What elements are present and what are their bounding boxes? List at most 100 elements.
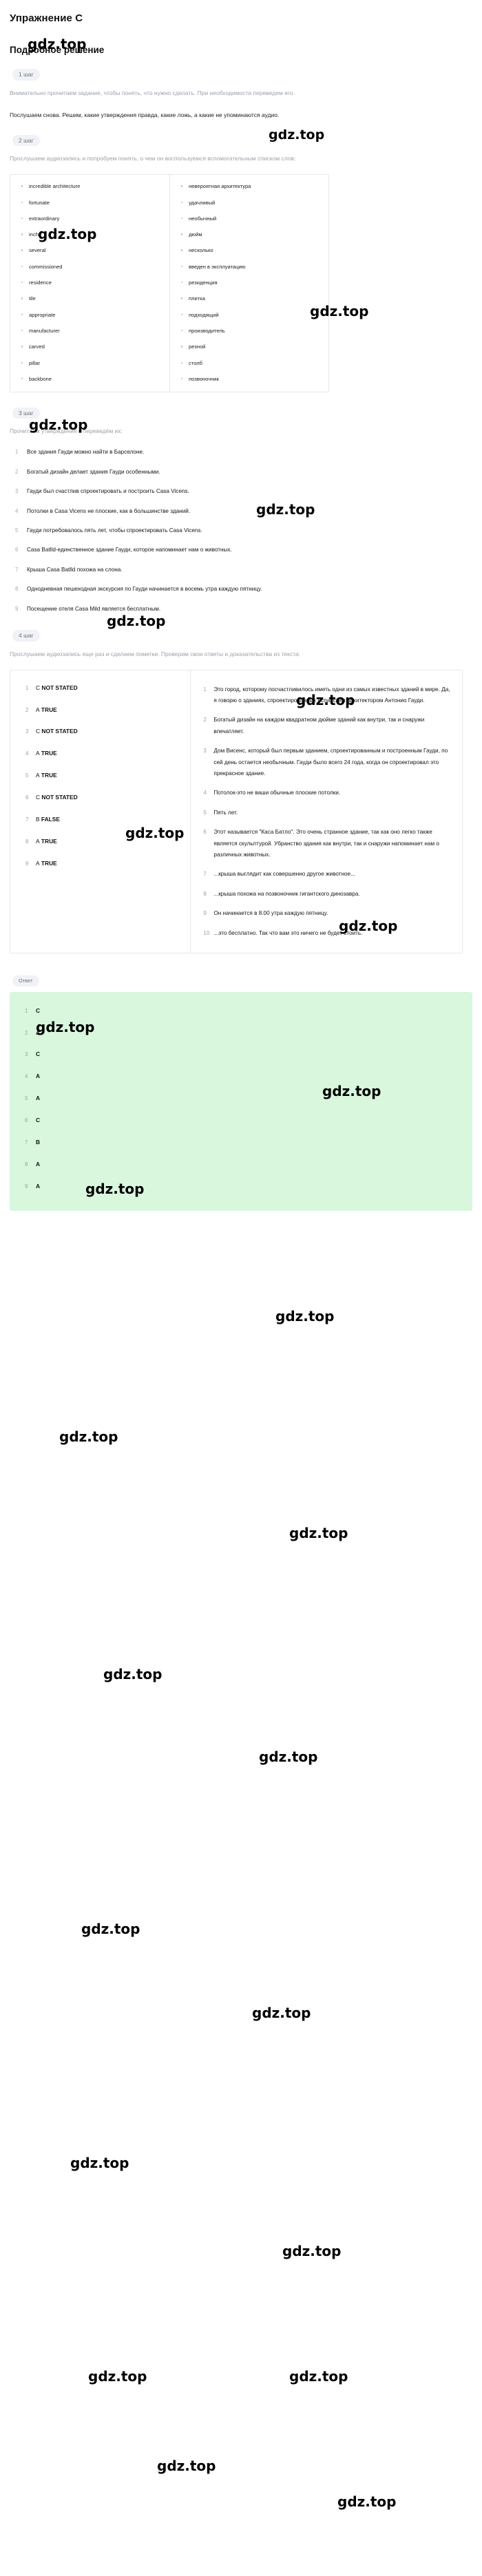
step-4-instruction: Прослушаем аудиозапись еще раз и сделаем…	[10, 650, 300, 657]
answer-box: C A C A A C B A A	[10, 991, 472, 1211]
watermark: gdz.top	[81, 1921, 140, 1937]
table-row: A TRUE	[25, 860, 183, 867]
list-item: residence	[20, 279, 165, 286]
list-item: several	[20, 247, 165, 253]
list-item: pillar	[20, 360, 165, 366]
page-content: Упражнение C Подробное решение 1 шаг Вни…	[0, 0, 482, 954]
list-item: Однодневная пешеходная экскурсия по Гауд…	[15, 584, 262, 595]
watermark: gdz.top	[103, 1666, 163, 1682]
list-item: Casa Batlld-единственное здание Гауди, к…	[15, 545, 232, 556]
solution-heading: Подробное решение	[10, 45, 105, 55]
list-item: Он начинается в 8.00 утра каждую пятницу…	[203, 908, 328, 919]
watermark: gdz.top	[289, 1525, 348, 1541]
list-item: Богатый дизайн на каждом квадратном дюйм…	[203, 715, 425, 735]
answer-letter: A	[36, 859, 40, 867]
list-item: Крыша Casa Batlld похожа на слона.	[15, 564, 123, 576]
watermark: gdz.top	[88, 2368, 147, 2385]
list-item: резной	[180, 344, 324, 350]
watermark: gdz.top	[259, 1749, 318, 1765]
answers-column: C NOT STATED A TRUE C NOT STATED A TRUE …	[10, 670, 191, 953]
list-item: Потолок-это не ваши обычные плоские пото…	[203, 788, 341, 799]
list-item: дюйм	[180, 231, 324, 237]
table-row: C NOT STATED	[25, 728, 183, 735]
step-badge-3: 3 шаг	[12, 407, 40, 419]
list-item: C	[25, 1006, 41, 1015]
list-item: commissioned	[20, 264, 165, 270]
list-item: A	[25, 1182, 41, 1190]
list-item: fortunate	[20, 200, 165, 206]
list-item: необычный	[180, 215, 324, 222]
answer-label: NOT STATED	[41, 684, 78, 691]
answer-letter: C	[36, 794, 41, 801]
vocabulary-list-english: incredible architecture fortunate extrao…	[10, 183, 169, 382]
list-item: Гауди был счастлив спроектировать и пост…	[15, 486, 189, 497]
list-item: ...это бесплатно. Так что вам это ничего…	[203, 928, 363, 939]
final-answers-list: C A C A A C B A A	[10, 1006, 472, 1191]
list-item: C	[25, 1117, 41, 1124]
step-badge-4: 4 шаг	[12, 630, 40, 642]
watermark: gdz.top	[337, 2493, 397, 2510]
table-row: C NOT STATED	[25, 794, 183, 801]
list-item: ...крыша выглядит как совершенно другое …	[203, 869, 355, 880]
list-item: Дом Висенс, который был первым зданием, …	[203, 746, 448, 777]
evidence-list: Это город, которому посчастливилось имет…	[191, 684, 462, 940]
list-item: столб	[180, 360, 324, 366]
list-item: backbone	[20, 376, 165, 382]
list-item: Все здания Гауди можно найти в Барселоне…	[15, 447, 145, 458]
list-item: Этот называется "Каса Батло". Это очень …	[203, 827, 439, 858]
list-item: inch	[20, 231, 165, 237]
answer-badge: Ответ	[12, 975, 39, 986]
answer-letter: A	[36, 706, 40, 713]
vocabulary-table: incredible architecture fortunate extrao…	[10, 174, 329, 392]
table-row: A TRUE	[25, 750, 183, 757]
answer-badge-wrap: Ответ	[0, 971, 482, 992]
list-item: A	[25, 1095, 41, 1102]
list-item: Это город, которому посчастливилось имет…	[203, 684, 450, 704]
watermark: gdz.top	[289, 2368, 348, 2385]
step-3-instruction: Прочитаем утверждения и переведём их:	[10, 427, 123, 435]
list-item: позвоночник	[180, 376, 324, 382]
step-badge-2: 2 шаг	[12, 134, 40, 147]
answer-letter: C	[36, 728, 41, 735]
list-item: подходящий	[180, 312, 324, 318]
watermark: gdz.top	[252, 2005, 311, 2021]
step-1-task: Послушаем снова. Решим, какие утверждени…	[10, 111, 280, 118]
table-row: B FALSE	[25, 816, 183, 823]
answer-label: TRUE	[41, 859, 57, 867]
list-item: Гауди потребовалось пять лет, чтобы спро…	[15, 525, 202, 536]
list-item: резиденция	[180, 279, 324, 286]
list-item: B	[25, 1139, 41, 1146]
list-item: carved	[20, 344, 165, 350]
table-row: A TRUE	[25, 706, 183, 714]
watermark: gdz.top	[70, 2155, 129, 2171]
list-item: невероятная архитектура	[180, 183, 324, 189]
watermark: gdz.top	[59, 1428, 118, 1445]
list-item: A	[25, 1161, 41, 1168]
answer-letter: B	[36, 816, 40, 823]
list-item: A	[25, 1073, 41, 1080]
list-item: appropriate	[20, 312, 165, 318]
answer-letter: A	[36, 750, 40, 757]
table-row: A TRUE	[25, 772, 183, 779]
vocabulary-column-russian: невероятная архитектура удачливый необыч…	[169, 175, 328, 392]
step-2-instruction: Прослушаем аудиозапись и попробуем понят…	[10, 155, 296, 162]
answer-label: TRUE	[41, 750, 57, 757]
answer-letter: C	[36, 684, 41, 691]
answer-letter: A	[36, 838, 40, 845]
list-item: incredible architecture	[20, 183, 165, 189]
answer-label: NOT STATED	[41, 728, 78, 735]
vocabulary-list-russian: невероятная архитектура удачливый необыч…	[170, 183, 328, 382]
list-item: Богатый дизайн делает здания Гауди особе…	[15, 467, 160, 478]
watermark: gdz.top	[157, 2458, 216, 2474]
answer-label: FALSE	[41, 816, 60, 823]
list-item: удачливый	[180, 200, 324, 206]
statements-list: Все здания Гауди можно найти в Барселоне…	[10, 447, 472, 615]
answers-evidence-table: C NOT STATED A TRUE C NOT STATED A TRUE …	[10, 669, 463, 954]
list-item: введен в эксплуатацию	[180, 264, 324, 270]
step-badge-1: 1 шаг	[12, 69, 40, 81]
answers-list: C NOT STATED A TRUE C NOT STATED A TRUE …	[10, 684, 190, 868]
solution-page: Упражнение C Подробное решение 1 шаг Вни…	[0, 0, 482, 2510]
vocabulary-column-english: incredible architecture fortunate extrao…	[10, 175, 169, 392]
table-row: C NOT STATED	[25, 684, 183, 692]
list-item: производитель	[180, 328, 324, 334]
